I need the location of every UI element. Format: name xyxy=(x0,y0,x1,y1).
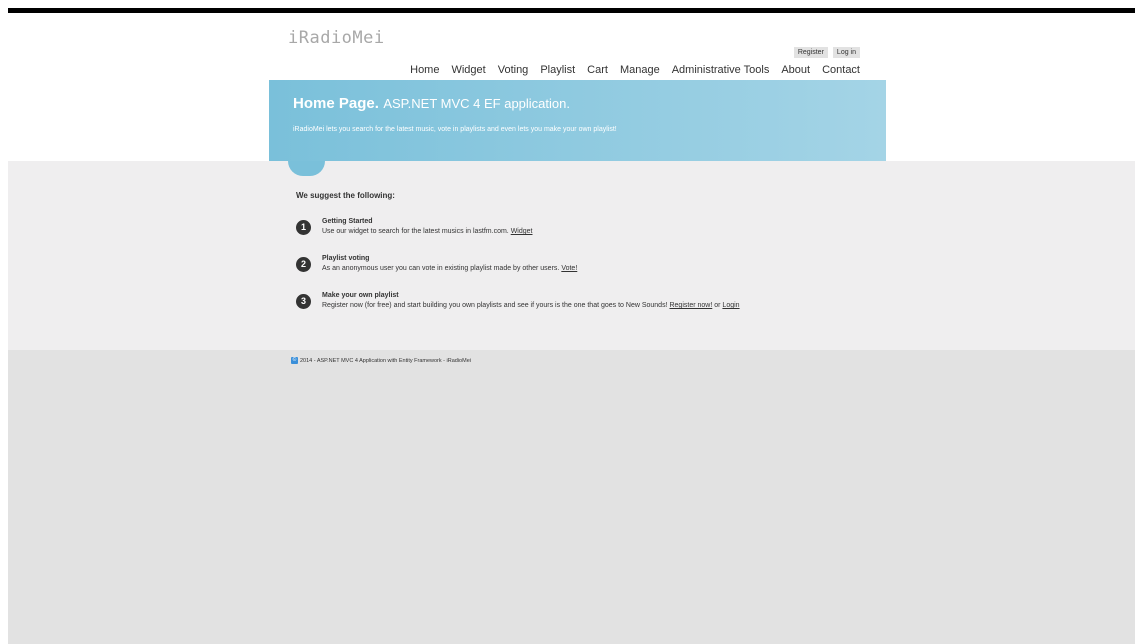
footer-text: 2014 - ASP.NET MVC 4 Application with En… xyxy=(300,357,471,364)
nav-item-about[interactable]: About xyxy=(781,64,810,76)
step-description: Register now (for free) and start buildi… xyxy=(322,302,668,309)
nav-item-voting[interactable]: Voting xyxy=(498,64,529,76)
nav-item-contact[interactable]: Contact xyxy=(822,64,860,76)
nav-item-home[interactable]: Home xyxy=(410,64,439,76)
suggest-title: We suggest the following: xyxy=(296,191,395,200)
register-now-link[interactable]: Register now! xyxy=(669,302,712,309)
nav-item-admin-tools[interactable]: Administrative Tools xyxy=(672,64,770,76)
step-text: Register now (for free) and start buildi… xyxy=(322,302,740,309)
nav-item-playlist[interactable]: Playlist xyxy=(540,64,575,76)
copyright-icon: © xyxy=(291,357,298,364)
featured-title-sub: ASP.NET MVC 4 EF application. xyxy=(383,96,570,111)
site-title[interactable]: iRadioMei xyxy=(288,28,385,48)
step-number-badge: 3 xyxy=(296,294,311,309)
step-description: Use our widget to search for the latest … xyxy=(322,228,509,235)
login-link[interactable]: Log in xyxy=(832,47,860,58)
login-links: Register Log in xyxy=(793,47,860,58)
footer-copyright: © 2014 - ASP.NET MVC 4 Application with … xyxy=(291,357,471,364)
featured-title-strong: Home Page. xyxy=(293,95,379,112)
main-nav: Home Widget Voting Playlist Cart Manage … xyxy=(410,64,860,76)
step-description: As an anonymous user you can vote in exi… xyxy=(322,265,560,272)
featured-title: Home Page. ASP.NET MVC 4 EF application. xyxy=(293,95,570,113)
header: iRadioMei Register Log in Home Widget Vo… xyxy=(8,13,1135,161)
featured-banner: Home Page. ASP.NET MVC 4 EF application.… xyxy=(269,80,886,161)
step-text: Use our widget to search for the latest … xyxy=(322,228,533,235)
login-link-inline[interactable]: Login xyxy=(722,302,739,309)
step-title: Playlist voting xyxy=(322,255,370,262)
or-separator: or xyxy=(714,302,721,309)
widget-link[interactable]: Widget xyxy=(511,228,533,235)
main-content: We suggest the following: 1 Getting Star… xyxy=(8,161,1135,350)
nav-item-cart[interactable]: Cart xyxy=(587,64,608,76)
step-title: Getting Started xyxy=(322,218,373,225)
step-text: As an anonymous user you can vote in exi… xyxy=(322,265,577,272)
vote-link[interactable]: Vote! xyxy=(561,265,577,272)
step-number-badge: 1 xyxy=(296,220,311,235)
step-number-badge: 2 xyxy=(296,257,311,272)
step-title: Make your own playlist xyxy=(322,292,399,299)
nav-item-widget[interactable]: Widget xyxy=(451,64,485,76)
register-link[interactable]: Register xyxy=(793,47,828,58)
footer: © 2014 - ASP.NET MVC 4 Application with … xyxy=(8,350,1135,644)
featured-text: iRadioMei lets you search for the latest… xyxy=(293,126,617,133)
page: iRadioMei Register Log in Home Widget Vo… xyxy=(8,13,1135,644)
nav-item-manage[interactable]: Manage xyxy=(620,64,660,76)
featured-tab-decoration xyxy=(288,161,325,176)
